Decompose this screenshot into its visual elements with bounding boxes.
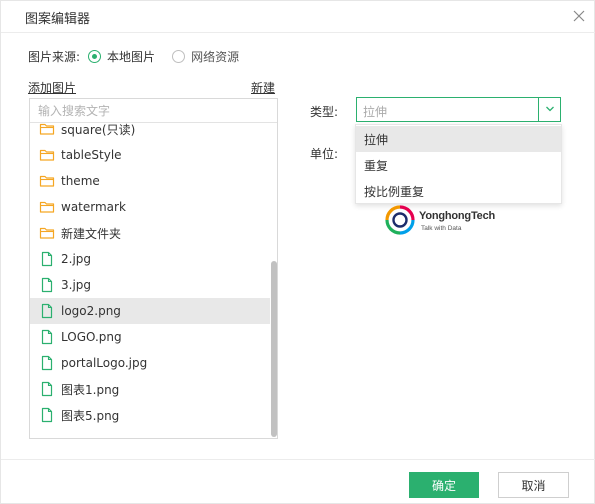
file-list-item[interactable]: portalLogo.jpg — [30, 350, 270, 376]
type-option-scale-repeat[interactable]: 按比例重复 — [356, 178, 561, 204]
folder-list-item[interactable]: square(只读) — [30, 123, 270, 142]
file-name: 图表5.png — [61, 408, 120, 423]
file-icon — [39, 329, 55, 345]
cancel-button[interactable]: 取消 — [498, 472, 569, 498]
add-image-link[interactable]: 添加图片 — [28, 79, 76, 96]
logo-text-main: YonghongTech — [419, 210, 496, 222]
file-name: tableStyle — [61, 148, 122, 162]
scrollbar-thumb[interactable] — [271, 261, 277, 437]
type-label: 类型: — [310, 105, 339, 119]
file-list: square(只读) tableStyle theme watermark 新建文件夹 2… — [30, 123, 270, 438]
radio-checked-icon — [88, 49, 102, 63]
image-source-row: 图片来源: 本地图片 网络资源 — [28, 48, 239, 64]
file-icon — [39, 355, 55, 371]
file-name: 新建文件夹 — [61, 226, 122, 241]
file-name: LOGO.png — [61, 330, 122, 344]
ok-button[interactable]: 确定 — [409, 472, 479, 498]
dialog-title: 图案编辑器 — [25, 12, 91, 27]
file-name: square(只读) — [61, 123, 136, 137]
type-dropdown-menu: 拉伸 重复 按比例重复 — [355, 124, 562, 204]
file-icon — [39, 251, 55, 267]
close-icon[interactable] — [572, 9, 586, 23]
folder-icon — [39, 147, 55, 163]
yonghong-logo-icon — [385, 205, 415, 235]
chevron-down-icon — [546, 106, 554, 112]
list-scrollbar[interactable] — [270, 123, 277, 438]
type-select-toggle[interactable] — [538, 98, 560, 121]
folder-icon — [39, 123, 55, 137]
file-list-item[interactable]: 图表1.png — [30, 376, 270, 402]
radio-unchecked-icon — [172, 49, 186, 63]
image-source-label: 图片来源: — [28, 49, 81, 64]
folder-list-item[interactable]: theme — [30, 168, 270, 194]
radio-network-resource-label: 网络资源 — [191, 49, 240, 64]
radio-local-image[interactable]: 本地图片 — [88, 48, 155, 65]
radio-network-resource[interactable]: 网络资源 — [172, 48, 239, 65]
folder-icon — [39, 225, 55, 241]
file-list-item[interactable]: LOGO.png — [30, 324, 270, 350]
dialog-header: 图案编辑器 — [1, 1, 595, 33]
preview-logo-image: YonghongTech Talk with Data — [382, 202, 496, 238]
file-list-item[interactable]: 2.jpg — [30, 246, 270, 272]
file-list-item[interactable]: 图表5.png — [30, 402, 270, 428]
file-list-item[interactable]: 3.jpg — [30, 272, 270, 298]
file-name: portalLogo.jpg — [61, 356, 148, 370]
file-icon — [39, 407, 55, 423]
folder-list-item[interactable]: watermark — [30, 194, 270, 220]
file-name: watermark — [61, 200, 126, 214]
folder-list-item[interactable]: 新建文件夹 — [30, 220, 270, 246]
type-select[interactable]: 拉伸 — [356, 97, 561, 122]
image-list-panel: square(只读) tableStyle theme watermark 新建文件夹 2… — [29, 98, 278, 439]
new-link[interactable]: 新建 — [251, 79, 275, 96]
logo-text-sub: Talk with Data — [421, 225, 462, 232]
folder-list-item[interactable]: tableStyle — [30, 142, 270, 168]
radio-local-image-label: 本地图片 — [107, 49, 156, 64]
file-name: 3.jpg — [61, 278, 92, 292]
search-input[interactable] — [30, 99, 277, 123]
file-icon — [39, 277, 55, 293]
type-select-value: 拉伸 — [363, 105, 388, 119]
unit-label: 单位: — [310, 147, 339, 161]
type-option-repeat[interactable]: 重复 — [356, 152, 561, 178]
file-name: 2.jpg — [61, 252, 92, 266]
folder-icon — [39, 199, 55, 215]
file-name: logo2.png — [61, 304, 121, 318]
pattern-editor-dialog: 图案编辑器 图片来源: 本地图片 网络资源 添加图片 新建 square(只读)… — [0, 0, 595, 504]
file-icon — [39, 381, 55, 397]
folder-icon — [39, 173, 55, 189]
file-name: theme — [61, 174, 100, 188]
file-icon — [39, 303, 55, 319]
file-list-item[interactable]: logo2.png — [30, 298, 270, 324]
file-name: 图表1.png — [61, 382, 120, 397]
type-option-stretch[interactable]: 拉伸 — [356, 126, 561, 152]
